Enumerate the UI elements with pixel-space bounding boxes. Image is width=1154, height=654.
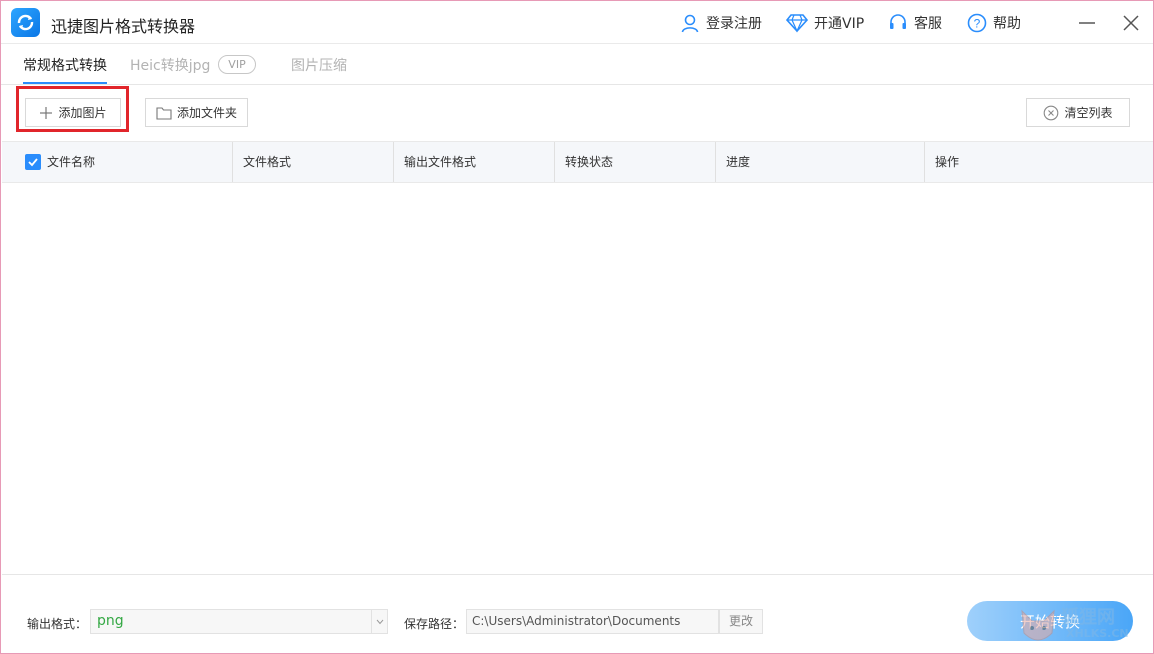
checkmark-icon xyxy=(28,158,38,167)
clear-list-label: 清空列表 xyxy=(1064,106,1113,120)
start-convert-button[interactable]: 开始转换 xyxy=(967,601,1133,641)
column-header-file-format[interactable]: 文件格式 xyxy=(243,142,291,182)
open-vip-link[interactable]: 开通VIP xyxy=(786,12,864,34)
customer-service-link[interactable]: 客服 xyxy=(888,12,942,34)
diamond-icon xyxy=(786,14,808,33)
folder-icon xyxy=(156,106,172,120)
tab-regular-format-convert[interactable]: 常规格式转换 xyxy=(23,55,107,84)
plus-icon xyxy=(40,106,53,119)
tab-heic-to-jpg[interactable]: Heic转换jpg xyxy=(130,55,210,75)
column-header-file-name[interactable]: 文件名称 xyxy=(47,142,95,182)
column-header-output-format[interactable]: 输出文件格式 xyxy=(404,142,476,182)
file-table-header: 文件名称 文件格式 输出文件格式 转换状态 进度 操作 xyxy=(2,141,1153,183)
column-header-progress[interactable]: 进度 xyxy=(726,142,750,182)
tab-image-compress[interactable]: 图片压缩 xyxy=(291,55,347,75)
app-logo-icon xyxy=(11,8,40,37)
svg-text:?: ? xyxy=(974,17,981,31)
chevron-down-icon xyxy=(371,610,387,633)
headset-icon xyxy=(890,14,906,29)
change-path-button[interactable]: 更改 xyxy=(719,609,763,634)
help-label: 帮助 xyxy=(993,16,1021,32)
tab-bar: 常规格式转换 Heic转换jpg VIP 图片压缩 xyxy=(1,44,1153,85)
file-table-body[interactable] xyxy=(2,183,1153,574)
add-folder-label: 添加文件夹 xyxy=(176,106,237,120)
add-folder-button[interactable]: 添加文件夹 xyxy=(145,98,248,127)
title-bar: 迅捷图片格式转换器 登录注册 开通VIP 客服 ? 帮助 xyxy=(1,1,1153,44)
column-divider xyxy=(924,142,925,182)
open-vip-label: 开通VIP xyxy=(814,16,865,32)
customer-service-label: 客服 xyxy=(914,16,942,32)
clear-circle-x-icon xyxy=(1044,105,1059,120)
minimize-button[interactable] xyxy=(1075,11,1099,35)
column-divider xyxy=(232,142,233,182)
help-icon: ? xyxy=(967,13,987,33)
select-all-checkbox[interactable] xyxy=(25,154,41,170)
add-image-button[interactable]: 添加图片 xyxy=(25,98,121,127)
add-image-label: 添加图片 xyxy=(58,106,107,120)
column-header-convert-status[interactable]: 转换状态 xyxy=(565,142,613,182)
save-path-label: 保存路径： xyxy=(404,617,465,631)
login-register-link[interactable]: 登录注册 xyxy=(680,12,762,34)
help-link[interactable]: ? 帮助 xyxy=(967,12,1021,34)
column-divider xyxy=(393,142,394,182)
login-register-label: 登录注册 xyxy=(706,16,762,32)
clear-list-button[interactable]: 清空列表 xyxy=(1026,98,1130,127)
output-format-label: 输出格式： xyxy=(27,617,88,631)
save-path-field[interactable]: C:\Users\Administrator\Documents xyxy=(466,609,719,634)
app-window: 迅捷图片格式转换器 登录注册 开通VIP 客服 ? 帮助 常规格式转换 Heic… xyxy=(0,0,1154,654)
footer-bar: 输出格式： png 保存路径： C:\Users\Administrator\D… xyxy=(2,574,1153,653)
close-icon xyxy=(1123,15,1139,31)
app-title: 迅捷图片格式转换器 xyxy=(51,17,196,36)
column-header-actions[interactable]: 操作 xyxy=(935,142,959,182)
user-icon xyxy=(681,14,699,33)
close-button[interactable] xyxy=(1119,11,1143,35)
column-divider xyxy=(554,142,555,182)
vip-badge: VIP xyxy=(218,55,256,74)
output-format-value: png xyxy=(97,613,124,629)
column-divider xyxy=(715,142,716,182)
minimize-icon xyxy=(1079,22,1095,24)
output-format-select[interactable]: png xyxy=(90,609,388,634)
